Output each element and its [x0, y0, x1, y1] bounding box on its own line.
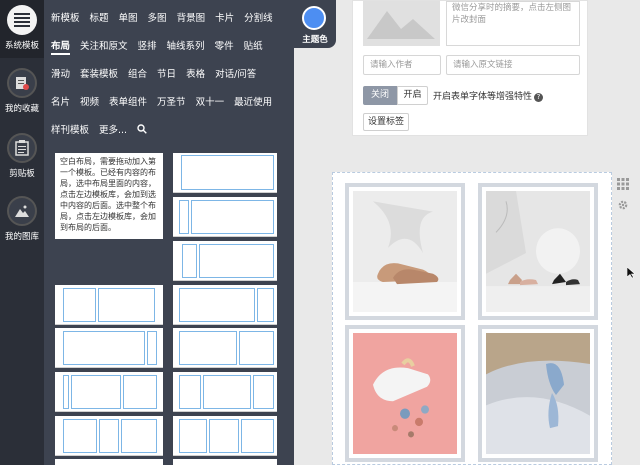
rail-item-clipboard[interactable]: 剪贴板 [0, 133, 44, 179]
help-icon[interactable]: ? [534, 93, 544, 102]
category-tab[interactable]: 关注和原文 [80, 40, 128, 55]
toggle-on-button[interactable]: 开启 [397, 86, 428, 105]
layout-template[interactable] [173, 459, 277, 465]
pink-shoe-photo[interactable] [353, 333, 457, 454]
category-tab[interactable]: 零件 [215, 40, 234, 55]
shoe-photo[interactable] [353, 191, 457, 312]
category-tab[interactable]: 对话/问答 [215, 68, 256, 81]
category-tab[interactable]: 背景图 [177, 12, 206, 25]
cover-image-placeholder[interactable] [363, 1, 440, 46]
category-tab[interactable]: 组合 [128, 68, 147, 81]
category-row-3: 滑动 套装模板 组合 节日 表格 对话/问答 [51, 68, 266, 81]
gear-icon[interactable] [617, 199, 631, 214]
photo-cell[interactable] [345, 325, 465, 462]
shoe-bed-photo[interactable] [486, 333, 590, 454]
photo-cell[interactable] [478, 183, 598, 320]
category-tab[interactable]: 万圣节 [157, 96, 186, 109]
summary-input[interactable]: 微信分享时的摘要，点击左侧图片改封面 [446, 1, 580, 46]
layout-template[interactable] [173, 285, 277, 325]
shoes-interior-photo[interactable] [486, 191, 590, 312]
source-link-input[interactable]: 请输入原文链接 [446, 55, 580, 75]
category-tab[interactable]: 节日 [157, 68, 176, 81]
layout-canvas[interactable] [332, 172, 612, 465]
category-row-2: 布局 关注和原文 竖排 轴线系列 零件 贴纸 [51, 40, 273, 55]
rail-item-label: 我的收藏 [4, 104, 39, 114]
layout-template[interactable] [55, 416, 163, 456]
category-tab[interactable]: 多图 [148, 12, 167, 25]
layout-template[interactable] [55, 372, 163, 412]
category-row-1: 新模板 标题 单图 多图 背景图 卡片 分割线 [51, 12, 283, 25]
category-tab[interactable]: 套装模板 [80, 68, 118, 81]
category-tab[interactable]: 竖排 [138, 40, 157, 55]
layout-template[interactable] [173, 197, 277, 237]
category-row-4: 名片 视频 表单组件 万圣节 双十一 最近使用 [51, 96, 282, 109]
article-settings-card: 微信分享时的摘要，点击左侧图片改封面 请输入作者 请输入原文链接 关闭 开启 开… [352, 0, 588, 136]
set-tag-button[interactable]: 设置标签 [363, 113, 409, 131]
mouse-cursor-icon [626, 266, 636, 282]
rail-item-label: 我的图库 [4, 232, 39, 242]
search-icon[interactable] [137, 124, 147, 138]
category-tab[interactable]: 双十一 [196, 96, 225, 109]
image-placeholder-icon [367, 11, 435, 39]
enhanced-features-label: 开启表单字体等增强特性? [433, 89, 544, 102]
category-tab[interactable]: 滑动 [51, 68, 70, 81]
category-tab[interactable]: 轴线系列 [167, 40, 205, 55]
hamburger-icon [7, 5, 37, 35]
layout-template[interactable] [55, 285, 163, 325]
blank-layout-template[interactable]: 空白布局，需要拖动加入第一个模板。已经有内容的布局，选中布局里面的内容，点击左边… [55, 153, 163, 239]
theme-color-swatch[interactable] [302, 6, 326, 30]
photo-cell[interactable] [345, 183, 465, 320]
rail-item-label: 剪贴板 [9, 169, 35, 179]
layout-template[interactable] [173, 241, 277, 281]
category-tab[interactable]: 分割线 [244, 12, 273, 25]
category-tab[interactable]: 视频 [80, 96, 99, 109]
theme-color-label: 主题色 [302, 35, 328, 45]
category-tab[interactable]: 标题 [90, 12, 109, 25]
category-tab[interactable]: 样刊模板 [51, 124, 89, 138]
canvas-tools [617, 178, 631, 214]
rail-item-favorites[interactable]: 我的收藏 [0, 68, 44, 114]
left-rail: 系统模板 我的收藏 剪贴板 我的图库 [0, 0, 44, 465]
category-tab[interactable]: 新模板 [51, 12, 80, 25]
category-tab[interactable]: 表单组件 [109, 96, 147, 109]
layout-template[interactable] [173, 153, 277, 193]
toggle-off-button[interactable]: 关闭 [363, 86, 397, 105]
category-tab[interactable]: 表格 [186, 68, 205, 81]
photo-cell[interactable] [478, 325, 598, 462]
rail-item-label: 系统模板 [4, 41, 39, 51]
layout-template[interactable] [173, 416, 277, 456]
gallery-icon [7, 196, 37, 226]
author-input[interactable]: 请输入作者 [363, 55, 441, 75]
category-tab[interactable]: 名片 [51, 96, 70, 109]
layout-template[interactable] [55, 459, 163, 465]
category-tab[interactable]: 贴纸 [244, 40, 263, 55]
category-tab[interactable]: 最近使用 [234, 96, 272, 109]
category-row-5: 样刊模板 更多... [51, 124, 157, 138]
layout-template[interactable] [55, 328, 163, 368]
category-tab[interactable]: 单图 [119, 12, 138, 25]
layout-template[interactable] [173, 328, 277, 368]
layout-template[interactable] [173, 372, 277, 412]
category-tab-more[interactable]: 更多... [99, 124, 127, 138]
category-tab-layout[interactable]: 布局 [51, 40, 71, 55]
rail-item-system-templates[interactable]: 系统模板 [0, 0, 44, 58]
grid-icon[interactable] [617, 178, 631, 193]
favorites-icon [7, 68, 37, 98]
category-tab[interactable]: 卡片 [215, 12, 234, 25]
rail-item-gallery[interactable]: 我的图库 [0, 196, 44, 242]
clipboard-icon [7, 133, 37, 163]
theme-color-picker[interactable]: 主题色 [294, 0, 336, 48]
